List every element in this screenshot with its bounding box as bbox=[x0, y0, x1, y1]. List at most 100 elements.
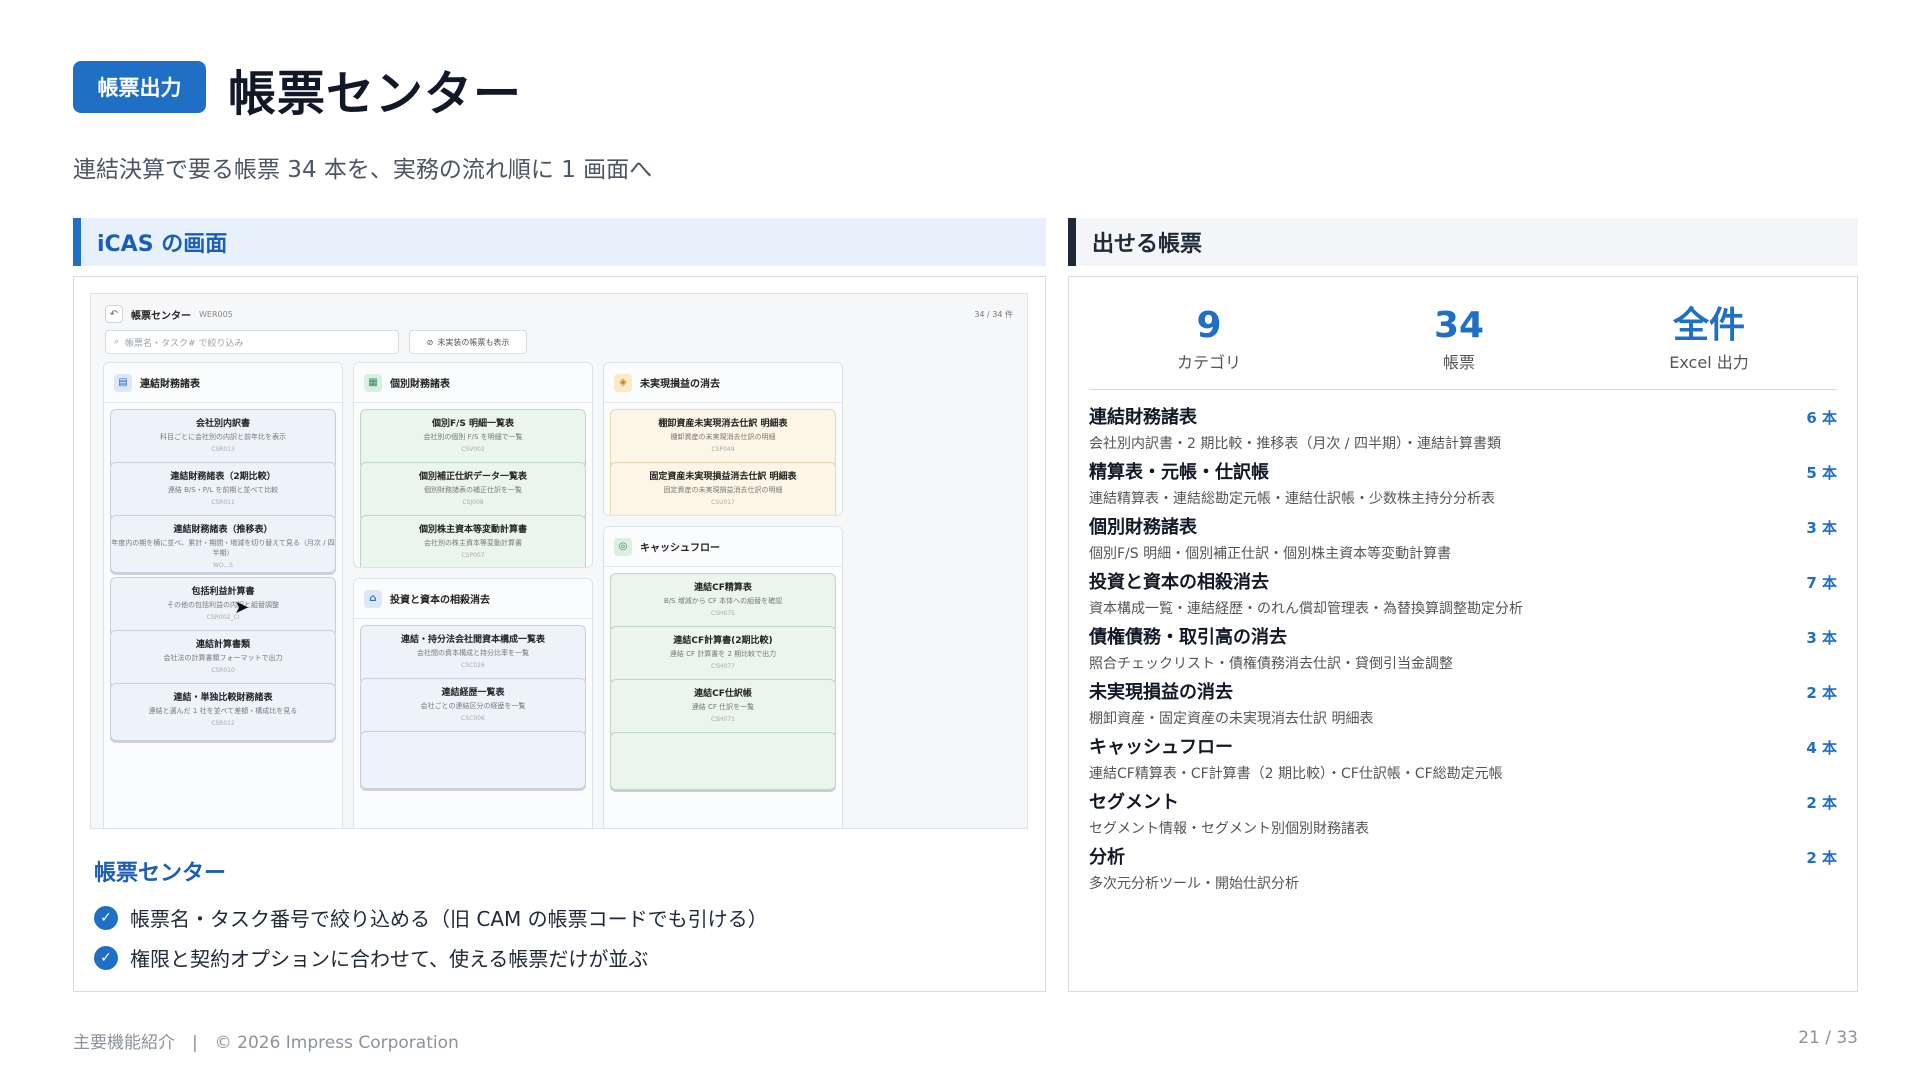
report-card[interactable]: 包括利益計算書 その他の包括利益の内訳と組替調整 CSR002_CI bbox=[110, 577, 336, 635]
report-card[interactable]: 連結・単独比較財務諸表 連結と選んだ 1 社を並べて差額・構成比を見る CSR0… bbox=[110, 683, 336, 741]
group-title: 個別財務諸表 bbox=[390, 379, 450, 390]
report-card[interactable]: 連結CF精算表 B/S 増減から CF 本体への組替を確認 CSH075 bbox=[610, 573, 836, 631]
category-desc: 連結CF精算表・CF計算書（2 期比較）・CF仕訳帳・CF総勘定元帳 bbox=[1089, 766, 1503, 782]
group-investment-capital: ⌂ 投資と資本の相殺消去 連結・持分法会社間資本構成一覧表 会社間の資本構成と持… bbox=[353, 578, 593, 828]
toggle-label: 未実装の帳票も表示 bbox=[437, 337, 510, 347]
category-name: 投資と資本の相殺消去 bbox=[1089, 572, 1269, 593]
category-name: キャッシュフロー bbox=[1089, 737, 1233, 758]
footer-text: 主要機能紹介 | © 2026 Impress Corporation bbox=[73, 1033, 459, 1053]
group-header: ▤ 連結財務諸表 bbox=[104, 363, 342, 403]
card-desc: 連結 CF 計算書を 2 期比較で出力 bbox=[669, 650, 777, 658]
screenshot-header: ↶ 帳票センター WER005 34 / 34 件 bbox=[105, 304, 1013, 324]
card-code: CSR002_CI bbox=[206, 614, 240, 621]
card-desc: 会社法の計算書類フォーマットで出力 bbox=[163, 654, 283, 662]
check-icon: ✓ bbox=[94, 945, 118, 970]
category-name: 債権債務・取引高の消去 bbox=[1089, 627, 1287, 648]
category-count: 3 本 bbox=[1806, 519, 1837, 537]
card-desc: 会社ごとの連結区分の経歴を一覧 bbox=[420, 702, 526, 710]
stat-reports: 34 帳票 bbox=[1339, 303, 1579, 373]
group-cashflow: ◎ キャッシュフロー 連結CF精算表 B/S 増減から CF 本体への組替を確認… bbox=[603, 526, 843, 828]
card-desc: 会社別の個別 F/S を明細で一覧 bbox=[423, 433, 523, 441]
report-card[interactable]: 個別F/S 明細一覧表 会社別の個別 F/S を明細で一覧 CSV002 bbox=[360, 409, 586, 467]
category-desc: 棚卸資産・固定資産の未実現消去仕訳 明細表 bbox=[1089, 711, 1374, 727]
card-desc: 会社別の株主資本等変動計算書 bbox=[424, 539, 522, 547]
page-subtitle: 連結決算で要る帳票 34 本を、実務の流れ順に 1 画面へ bbox=[73, 157, 653, 183]
card-code: CSU017 bbox=[711, 499, 735, 506]
card-title: 連結財務諸表（推移表） bbox=[173, 525, 273, 535]
report-card[interactable] bbox=[360, 731, 586, 789]
category-item: 連結財務諸表 6 本 会社別内訳書・2 期比較・推移表（月次 / 四半期）・連結… bbox=[1089, 403, 1837, 453]
group-consolidated-fs: ▤ 連結財務諸表 会社別内訳書 科目ごとに会社別の内訳と前年比を表示 CSR01… bbox=[103, 362, 343, 828]
mouse-pointer-icon: ➤ bbox=[234, 597, 250, 618]
category-desc: 資本構成一覧・連結経歴・のれん償却管理表・為替換算調整勘定分析 bbox=[1089, 601, 1523, 617]
card-title: 連結・単独比較財務諸表 bbox=[173, 693, 273, 703]
category-count: 2 本 bbox=[1806, 849, 1837, 867]
report-card[interactable]: 個別補正仕訳データ一覧表 個別財務諸表の補正仕訳を一覧 CSJ008 bbox=[360, 462, 586, 520]
check-icon: ✓ bbox=[94, 905, 118, 930]
report-card[interactable]: 連結計算書類 会社法の計算書類フォーマットで出力 CSR010 bbox=[110, 630, 336, 688]
card-title: 連結CF仕訳帳 bbox=[694, 689, 752, 699]
card-title: 固定資産未実現損益消去仕訳 明細表 bbox=[649, 472, 797, 482]
category-item: セグメント 2 本 セグメント情報・セグメント別個別財務諸表 bbox=[1089, 788, 1837, 838]
category-count: 3 本 bbox=[1806, 629, 1837, 647]
card-code: CSP049 bbox=[711, 446, 735, 453]
bank-icon: ⌂ bbox=[364, 589, 382, 608]
category-desc: セグメント情報・セグメント別個別財務諸表 bbox=[1089, 821, 1369, 837]
card-code: CSR011 bbox=[211, 499, 235, 506]
card-title: 個別株主資本等変動計算書 bbox=[418, 525, 527, 535]
card-code: CSC026 bbox=[461, 662, 485, 669]
category-name: 未実現損益の消去 bbox=[1089, 682, 1233, 703]
card-desc: 科目ごとに会社別の内訳と前年比を表示 bbox=[160, 433, 286, 441]
card-desc: 会社間の資本構成と持分比率を一覧 bbox=[417, 649, 529, 657]
card-title: 個別F/S 明細一覧表 bbox=[431, 419, 515, 429]
card-title: 連結経歴一覧表 bbox=[441, 688, 505, 698]
search-placeholder: 帳票名・タスク# で絞り込み bbox=[125, 338, 244, 349]
category-name: 分析 bbox=[1089, 847, 1125, 868]
category-desc: 多次元分析ツール・開始仕訳分析 bbox=[1089, 876, 1299, 892]
back-icon[interactable]: ↶ bbox=[105, 305, 123, 323]
show-unimplemented-toggle[interactable]: ⊘ 未実装の帳票も表示 bbox=[409, 330, 527, 354]
stat-categories: 9 カテゴリ bbox=[1089, 303, 1329, 373]
category-item: 未実現損益の消去 2 本 棚卸資産・固定資産の未実現消去仕訳 明細表 bbox=[1089, 678, 1837, 728]
group-header: ◎ キャッシュフロー bbox=[604, 527, 842, 567]
report-card[interactable]: 会社別内訳書 科目ごとに会社別の内訳と前年比を表示 CSR013 bbox=[110, 409, 336, 467]
card-title: 個別補正仕訳データ一覧表 bbox=[418, 472, 527, 482]
app-screenshot: ↶ 帳票センター WER005 34 / 34 件 ⌕ 帳票名・タスク# で絞り… bbox=[90, 293, 1028, 829]
card-desc: 年度内の期を横に並べ、累計・期間・増減を切り替えて見る（月次 / 四半期） bbox=[111, 539, 335, 557]
search-input[interactable]: ⌕ 帳票名・タスク# で絞り込み bbox=[105, 330, 399, 354]
card-code: CSH071 bbox=[711, 716, 735, 723]
report-card[interactable]: 個別株主資本等変動計算書 会社別の株主資本等変動計算書 CSP007 bbox=[360, 515, 586, 567]
left-section-heading: iCAS の画面 bbox=[73, 218, 1046, 266]
category-name: 個別財務諸表 bbox=[1089, 517, 1197, 538]
screenshot-code: WER005 bbox=[199, 309, 233, 319]
report-card[interactable]: 連結経歴一覧表 会社ごとの連結区分の経歴を一覧 CSC006 bbox=[360, 678, 586, 736]
coins-icon: ◎ bbox=[614, 537, 632, 556]
category-name: 精算表・元帳・仕訳帳 bbox=[1089, 462, 1269, 483]
category-desc: 連結精算表・連結総勘定元帳・連結仕訳帳・少数株主持分分析表 bbox=[1089, 491, 1495, 507]
report-card[interactable] bbox=[610, 732, 836, 790]
report-card[interactable]: 連結財務諸表（2期比較） 連結 B/S・P/L を前期と並べて比較 CSR011 bbox=[110, 462, 336, 520]
category-count: 2 本 bbox=[1806, 684, 1837, 702]
stat-value: 34 bbox=[1433, 305, 1485, 346]
group-title: 投資と資本の相殺消去 bbox=[390, 595, 490, 606]
category-item: 精算表・元帳・仕訳帳 5 本 連結精算表・連結総勘定元帳・連結仕訳帳・少数株主持… bbox=[1089, 458, 1837, 508]
report-card[interactable]: 固定資産未実現損益消去仕訳 明細表 固定資産の未実現損益消去仕訳の明細 CSU0… bbox=[610, 462, 836, 515]
report-card[interactable]: 連結CF仕訳帳 連結 CF 仕訳を一覧 CSH071 bbox=[610, 679, 836, 737]
report-card[interactable]: 連結・持分法会社間資本構成一覧表 会社間の資本構成と持分比率を一覧 CSC026 bbox=[360, 625, 586, 683]
report-card[interactable]: 連結CF計算書(2期比較) 連結 CF 計算書を 2 期比較で出力 CSH077 bbox=[610, 626, 836, 684]
card-title: 連結CF計算書(2期比較) bbox=[673, 636, 773, 646]
category-desc: 個別F/S 明細・個別補正仕訳・個別株主資本等変動計算書 bbox=[1089, 546, 1452, 562]
category-count: 2 本 bbox=[1806, 794, 1837, 812]
report-card[interactable]: 棚卸資産未実現消去仕訳 明細表 棚卸資産の未実現消去仕訳の明細 CSP049 bbox=[610, 409, 836, 467]
card-title: 連結CF精算表 bbox=[694, 583, 752, 593]
feature-text: 帳票名・タスク番号で絞り込める（旧 CAM の帳票コードでも引ける） bbox=[130, 907, 768, 931]
group-header: ⌂ 投資と資本の相殺消去 bbox=[354, 579, 592, 619]
card-desc: 固定資産の未実現損益消去仕訳の明細 bbox=[663, 486, 783, 494]
card-title: 連結財務諸表（2期比較） bbox=[170, 472, 276, 482]
report-card[interactable]: 連結財務諸表（推移表） 年度内の期を横に並べ、累計・期間・増減を切り替えて見る（… bbox=[110, 515, 336, 573]
card-code: CSR012 bbox=[211, 720, 235, 727]
feature-item: ✓ 権限と契約オプションに合わせて、使える帳票だけが並ぶ bbox=[94, 943, 648, 972]
card-title: 棚卸資産未実現消去仕訳 明細表 bbox=[658, 419, 788, 429]
card-title: 会社別内訳書 bbox=[195, 419, 250, 429]
feature-text: 権限と契約オプションに合わせて、使える帳票だけが並ぶ bbox=[130, 947, 649, 971]
